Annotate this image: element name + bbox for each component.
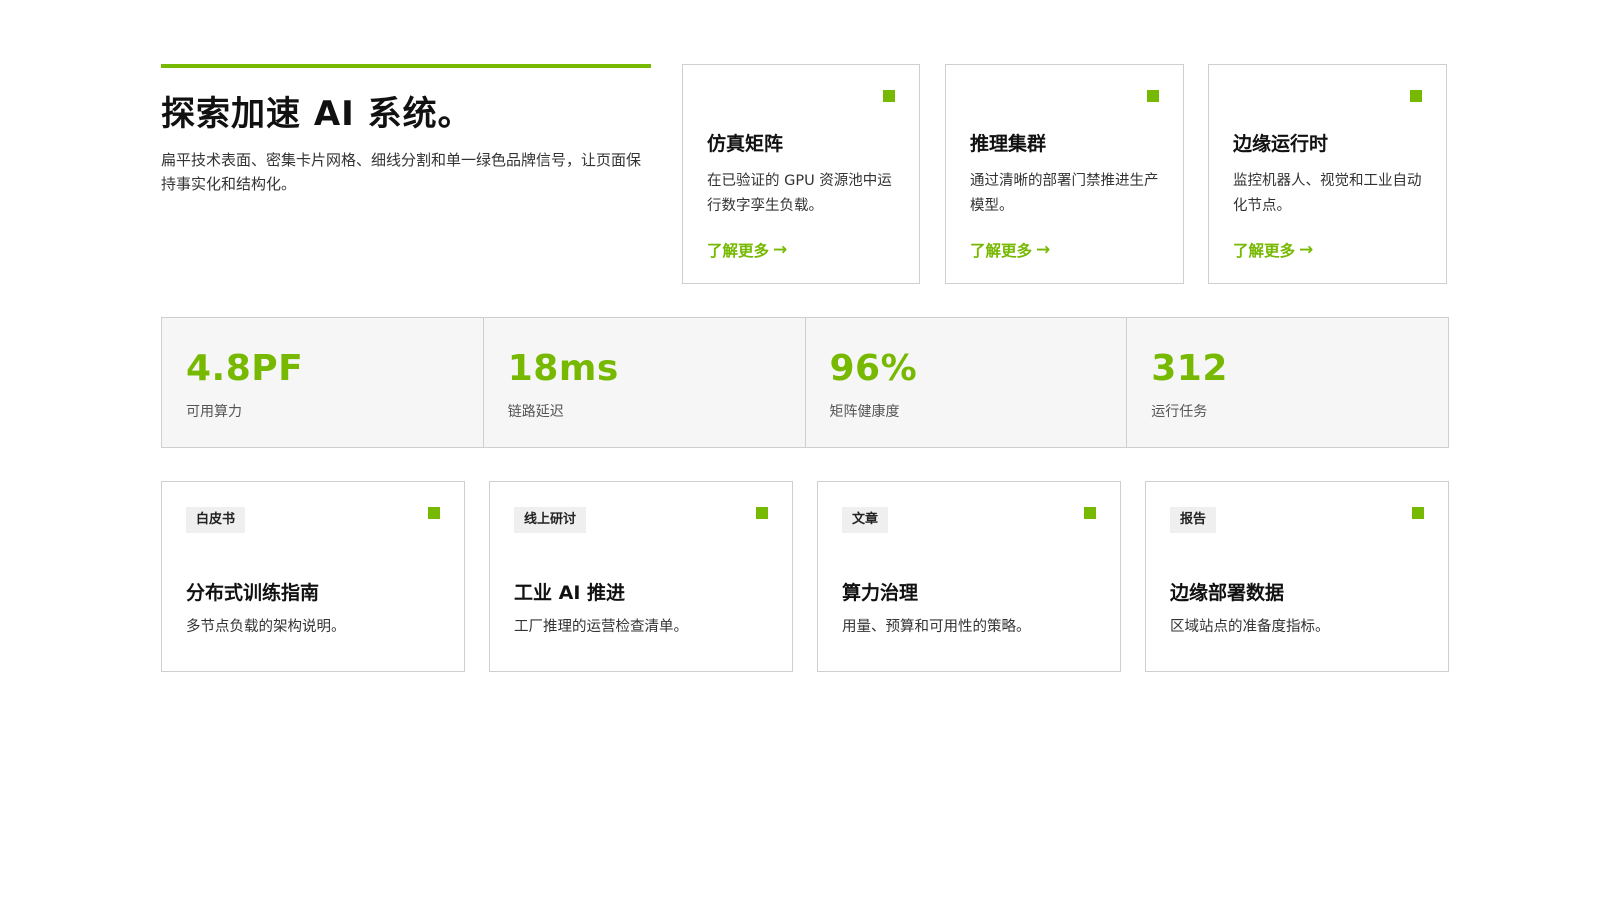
accent-square-icon xyxy=(428,507,440,519)
stat-jobs: 312 运行任务 xyxy=(1127,318,1448,447)
feature-card-simulation: 仿真矩阵 在已验证的 GPU 资源池中运行数字孪生负载。 了解更多 → xyxy=(682,64,920,284)
stats-strip: 4.8PF 可用算力 18ms 链路延迟 96% 矩阵健康度 312 运行任务 xyxy=(161,317,1449,448)
feature-card-edge: 边缘运行时 监控机器人、视觉和工业自动化节点。 了解更多 → xyxy=(1208,64,1447,284)
stat-label: 可用算力 xyxy=(186,404,242,420)
accent-square-icon xyxy=(756,507,768,519)
resource-description: 用量、预算和可用性的策略。 xyxy=(842,619,1031,635)
page: 探索加速 AI 系统。 扁平技术表面、密集卡片网格、细线分割和单一绿色品牌信号，… xyxy=(0,0,1600,900)
resource-card-whitepaper[interactable]: 白皮书 分布式训练指南 多节点负载的架构说明。 xyxy=(161,481,465,672)
stat-label: 运行任务 xyxy=(1151,404,1208,420)
arrow-right-icon: → xyxy=(1036,239,1051,260)
stat-value: 96% xyxy=(829,348,918,389)
resource-title: 分布式训练指南 xyxy=(186,582,320,604)
content-type-tag: 文章 xyxy=(842,507,889,533)
learn-more-link[interactable]: 了解更多 → xyxy=(970,239,1050,261)
stat-label: 链路延迟 xyxy=(507,404,564,420)
resource-description: 工厂推理的运营检查清单。 xyxy=(514,619,688,635)
resource-card-article[interactable]: 文章 算力治理 用量、预算和可用性的策略。 xyxy=(817,481,1121,672)
learn-more-label: 了解更多 xyxy=(707,242,770,260)
learn-more-label: 了解更多 xyxy=(1233,242,1296,260)
arrow-right-icon: → xyxy=(1299,239,1314,260)
resource-title: 算力治理 xyxy=(842,582,919,604)
content-type-tag: 白皮书 xyxy=(186,507,246,533)
stat-label: 矩阵健康度 xyxy=(829,404,900,420)
learn-more-label: 了解更多 xyxy=(970,242,1033,260)
resource-title: 边缘部署数据 xyxy=(1170,582,1285,604)
page-title: 探索加速 AI 系统。 xyxy=(161,94,473,134)
feature-title: 推理集群 xyxy=(970,133,1047,155)
hero-section: 探索加速 AI 系统。 扁平技术表面、密集卡片网格、细线分割和单一绿色品牌信号，… xyxy=(161,64,651,196)
stat-value: 4.8PF xyxy=(186,348,304,389)
stat-compute: 4.8PF 可用算力 xyxy=(162,318,484,447)
resource-description: 区域站点的准备度指标。 xyxy=(1170,619,1330,635)
accent-square-icon xyxy=(1412,507,1424,519)
accent-square-icon xyxy=(1147,90,1159,102)
stat-value: 312 xyxy=(1151,348,1228,389)
feature-description: 通过清晰的部署门禁推进生产模型。 xyxy=(970,173,1159,214)
feature-title: 边缘运行时 xyxy=(1233,133,1329,155)
accent-square-icon xyxy=(1084,507,1096,519)
hero-description: 扁平技术表面、密集卡片网格、细线分割和单一绿色品牌信号，让页面保持事实化和结构化… xyxy=(161,151,642,193)
accent-square-icon xyxy=(1410,90,1422,102)
arrow-right-icon: → xyxy=(773,239,788,260)
resource-description: 多节点负载的架构说明。 xyxy=(186,619,346,635)
stat-value: 18ms xyxy=(507,348,619,389)
learn-more-link[interactable]: 了解更多 → xyxy=(1233,239,1313,261)
resource-card-report[interactable]: 报告 边缘部署数据 区域站点的准备度指标。 xyxy=(1145,481,1449,672)
feature-card-inference: 推理集群 通过清晰的部署门禁推进生产模型。 了解更多 → xyxy=(945,64,1184,284)
content-type-tag: 线上研讨 xyxy=(514,507,587,533)
feature-description: 监控机器人、视觉和工业自动化节点。 xyxy=(1233,173,1422,214)
learn-more-link[interactable]: 了解更多 → xyxy=(707,239,787,261)
feature-description: 在已验证的 GPU 资源池中运行数字孪生负载。 xyxy=(707,173,892,214)
stat-health: 96% 矩阵健康度 xyxy=(806,318,1128,447)
accent-square-icon xyxy=(883,90,895,102)
resource-title: 工业 AI 推进 xyxy=(514,582,626,604)
content-type-tag: 报告 xyxy=(1170,507,1217,533)
stat-latency: 18ms 链路延迟 xyxy=(484,318,806,447)
resource-card-webinar[interactable]: 线上研讨 工业 AI 推进 工厂推理的运营检查清单。 xyxy=(489,481,793,672)
feature-title: 仿真矩阵 xyxy=(707,133,784,155)
